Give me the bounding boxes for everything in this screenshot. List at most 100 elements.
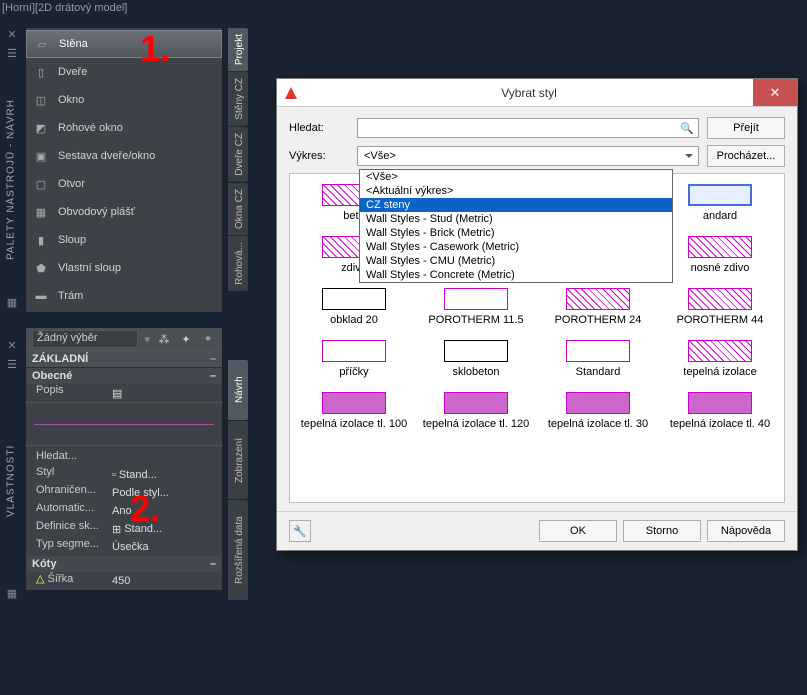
style-cell[interactable]: nosné zdivo bbox=[662, 236, 778, 274]
tool-item-opening[interactable]: ▢ Otvor bbox=[26, 170, 222, 198]
prop-value[interactable]: 450 bbox=[108, 572, 222, 590]
custom-column-icon: ⬟ bbox=[32, 259, 50, 277]
style-swatch bbox=[322, 340, 386, 362]
style-cell[interactable]: tepelná izolace tl. 30 bbox=[540, 392, 656, 430]
tool-item-custom-column[interactable]: ⬟ Vlastní sloup bbox=[26, 254, 222, 282]
palette-close-icon[interactable]: ✕ bbox=[0, 28, 24, 41]
style-label: příčky bbox=[339, 366, 368, 378]
tool-item-wall[interactable]: ▱ Stěna bbox=[26, 30, 222, 58]
prop-row[interactable]: Ohraničen... Podle styl... bbox=[26, 484, 222, 502]
props-toggle-icon[interactable]: ▦ bbox=[0, 587, 24, 600]
section-dims[interactable]: Kóty – bbox=[26, 556, 222, 572]
opening-icon: ▢ bbox=[32, 175, 50, 193]
prop-row[interactable]: △ Šířka 450 bbox=[26, 572, 222, 590]
column-icon: ▮ bbox=[32, 231, 50, 249]
prop-row[interactable]: Definice sk... ⊞Stand... bbox=[26, 520, 222, 538]
quick-select-icon[interactable]: ⁂ bbox=[156, 331, 172, 347]
settings-button[interactable]: 🔧 bbox=[289, 520, 311, 542]
style-cell[interactable]: tepelná izolace bbox=[662, 340, 778, 378]
preview-slot bbox=[26, 402, 222, 446]
tool-item-window[interactable]: ◫ Okno bbox=[26, 86, 222, 114]
collapse-icon: – bbox=[210, 353, 216, 365]
sub-general[interactable]: Obecné – bbox=[26, 368, 222, 384]
palette-toggle-icon[interactable]: ▦ bbox=[0, 296, 24, 309]
go-button[interactable]: Přejít bbox=[707, 117, 785, 139]
palette-tab[interactable]: Projekt bbox=[228, 28, 248, 71]
style-swatch bbox=[322, 392, 386, 414]
dropdown-option[interactable]: <Vše> bbox=[360, 170, 672, 184]
tool-item-door[interactable]: ▯ Dveře bbox=[26, 58, 222, 86]
style-cell[interactable]: POROTHERM 11.5 bbox=[418, 288, 534, 326]
props-close-icon[interactable]: ✕ bbox=[0, 339, 24, 352]
dropdown-option[interactable]: <Aktuální výkres> bbox=[360, 184, 672, 198]
style-cell[interactable]: andard bbox=[662, 184, 778, 222]
tool-item-assembly[interactable]: ▣ Sestava dveře/okno bbox=[26, 142, 222, 170]
style-label: nosné zdivo bbox=[691, 262, 750, 274]
wrench-icon: 🔧 bbox=[293, 525, 307, 538]
palette-options-icon[interactable]: ☰ bbox=[0, 47, 24, 60]
dropdown-option[interactable]: Wall Styles - Concrete (Metric) bbox=[360, 268, 672, 282]
drawing-dropdown[interactable]: <Vše> <Aktuální výkres> CZ steny Wall St… bbox=[359, 169, 673, 283]
prop-value[interactable]: Podle styl... bbox=[108, 484, 222, 502]
dialog-title: Vybrat styl bbox=[305, 86, 753, 100]
style-cell[interactable]: POROTHERM 44 bbox=[662, 288, 778, 326]
prop-row-popis[interactable]: Popis ▤ bbox=[26, 384, 222, 402]
props-tab[interactable]: Zobrazení bbox=[228, 421, 248, 499]
palette-tab[interactable]: Rohová... bbox=[228, 236, 248, 291]
dropdown-option[interactable]: Wall Styles - Brick (Metric) bbox=[360, 226, 672, 240]
prop-value[interactable]: ⊞Stand... bbox=[108, 520, 222, 538]
props-tab[interactable]: Rozšířená data bbox=[228, 500, 248, 600]
search-icon[interactable]: 🔍 bbox=[680, 122, 694, 135]
style-swatch bbox=[688, 184, 752, 206]
prop-row[interactable]: Automatic... Ano bbox=[26, 502, 222, 520]
props-tab[interactable]: Návrh bbox=[228, 360, 248, 420]
object-viewer-icon[interactable]: ⌖ bbox=[200, 331, 216, 347]
dock-tab-palettes[interactable]: PALETY NÁSTROJŮ - NÁVRH bbox=[0, 70, 22, 290]
tool-item-column[interactable]: ▮ Sloup bbox=[26, 226, 222, 254]
style-cell[interactable]: tepelná izolace tl. 40 bbox=[662, 392, 778, 430]
wall-icon: ▱ bbox=[33, 35, 51, 53]
style-cell[interactable]: tepelná izolace tl. 120 bbox=[418, 392, 534, 430]
selection-combo[interactable]: Žádný výběr bbox=[32, 330, 138, 348]
prop-value[interactable]: ▫Stand... bbox=[108, 466, 222, 484]
prop-value[interactable]: Úsečka bbox=[108, 538, 222, 556]
dialog-titlebar[interactable]: Vybrat styl ✕ bbox=[277, 79, 797, 107]
dropdown-option[interactable]: Wall Styles - Stud (Metric) bbox=[360, 212, 672, 226]
dropdown-option[interactable]: CZ steny bbox=[360, 198, 672, 212]
style-cell[interactable]: sklobeton bbox=[418, 340, 534, 378]
properties-panel: Žádný výběr ▾ ⁂ ✦ ⌖ ZÁKLADNÍ – Obecné – … bbox=[26, 328, 222, 590]
prop-label: Ohraničen... bbox=[26, 484, 108, 502]
tool-item-corner-window[interactable]: ◩ Rohové okno bbox=[26, 114, 222, 142]
style-cell[interactable]: tepelná izolace tl. 100 bbox=[296, 392, 412, 430]
dropdown-arrow-icon[interactable]: ▾ bbox=[144, 333, 150, 346]
style-cell[interactable]: příčky bbox=[296, 340, 412, 378]
palette-tab[interactable]: Okna CZ bbox=[228, 183, 248, 235]
dropdown-option[interactable]: Wall Styles - CMU (Metric) bbox=[360, 254, 672, 268]
style-cell[interactable]: POROTHERM 24 bbox=[540, 288, 656, 326]
search-link[interactable]: Hledat... bbox=[26, 446, 222, 466]
props-options-icon[interactable]: ☰ bbox=[0, 358, 24, 371]
drawing-combo[interactable]: <Vše> bbox=[357, 146, 699, 166]
palette-tab[interactable]: Dveře CZ bbox=[228, 127, 248, 182]
browse-button[interactable]: Procházet... bbox=[707, 145, 785, 167]
style-cell[interactable]: obklad 20 bbox=[296, 288, 412, 326]
prop-row[interactable]: Styl ▫Stand... bbox=[26, 466, 222, 484]
select-similar-icon[interactable]: ✦ bbox=[178, 331, 194, 347]
ok-button[interactable]: OK bbox=[539, 520, 617, 542]
dialog-close-button[interactable]: ✕ bbox=[753, 79, 797, 106]
palette-tab[interactable]: Stěny CZ bbox=[228, 72, 248, 126]
tool-item-beam[interactable]: ▬ Trám bbox=[26, 282, 222, 310]
search-input[interactable]: 🔍 bbox=[357, 118, 699, 138]
tool-item-curtain[interactable]: ▦ Obvodový plášť bbox=[26, 198, 222, 226]
prop-row[interactable]: Typ segme... Úsečka bbox=[26, 538, 222, 556]
dropdown-option[interactable]: Wall Styles - Casework (Metric) bbox=[360, 240, 672, 254]
section-basic[interactable]: ZÁKLADNÍ – bbox=[26, 350, 222, 368]
palette-tab-strip: Projekt Stěny CZ Dveře CZ Okna CZ Rohová… bbox=[228, 28, 248, 291]
style-cell[interactable]: Standard bbox=[540, 340, 656, 378]
help-button[interactable]: Nápověda bbox=[707, 520, 785, 542]
door-icon: ▯ bbox=[32, 63, 50, 81]
dock-tab-properties[interactable]: VLASTNOSTI bbox=[0, 381, 22, 581]
prop-value[interactable]: Ano bbox=[108, 502, 222, 520]
cancel-button[interactable]: Storno bbox=[623, 520, 701, 542]
prop-value[interactable]: ▤ bbox=[108, 384, 222, 402]
